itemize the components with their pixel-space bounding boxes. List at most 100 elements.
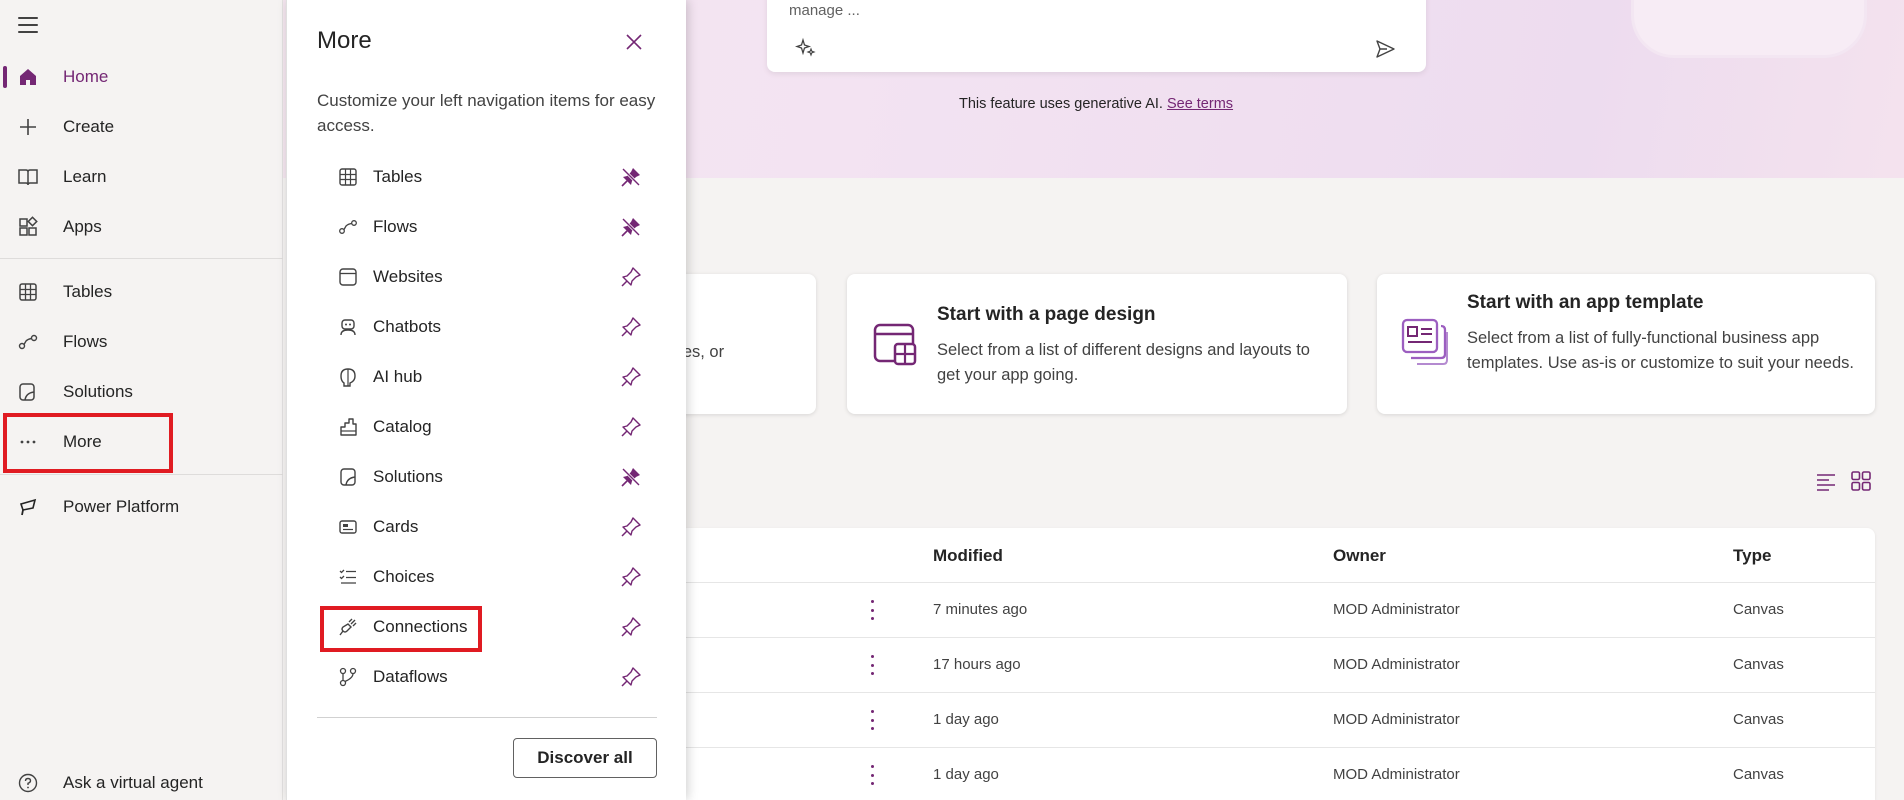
card-icon bbox=[337, 516, 359, 538]
grid-view-icon[interactable] bbox=[1850, 470, 1872, 497]
flyout-item-ai-hub[interactable]: AI hub bbox=[337, 359, 637, 395]
cell-owner: MOD Administrator bbox=[1333, 601, 1460, 618]
chatbot-icon bbox=[337, 316, 359, 338]
nav-item-flows[interactable]: Flows bbox=[0, 320, 283, 364]
pin-icon[interactable] bbox=[620, 316, 642, 338]
flyout-item-label: Catalog bbox=[373, 417, 432, 436]
nav-item-power-platform[interactable]: Power Platform bbox=[0, 485, 283, 529]
dataflow-icon bbox=[337, 666, 359, 688]
pin-icon[interactable] bbox=[620, 666, 642, 688]
column-header-type[interactable]: Type bbox=[1733, 546, 1771, 566]
nav-divider bbox=[0, 258, 283, 259]
flyout-item-websites[interactable]: Websites bbox=[337, 259, 637, 295]
nav-divider bbox=[0, 474, 283, 475]
flyout-item-flows[interactable]: Flows bbox=[337, 209, 637, 245]
flyout-item-solutions[interactable]: Solutions bbox=[337, 459, 637, 495]
send-icon[interactable] bbox=[1374, 38, 1396, 60]
row-divider bbox=[680, 747, 1875, 748]
row-divider bbox=[680, 637, 1875, 638]
cell-type: Canvas bbox=[1733, 766, 1784, 783]
nav-item-apps[interactable]: Apps bbox=[0, 205, 283, 249]
cell-modified: 1 day ago bbox=[933, 766, 999, 783]
create-card-page-design[interactable]: Start with a page design Select from a l… bbox=[847, 274, 1347, 414]
card-title: Start with a page design bbox=[937, 304, 1156, 325]
help-icon bbox=[15, 771, 41, 795]
create-card-app-template[interactable]: Start with an app template Select from a… bbox=[1377, 274, 1875, 414]
flyout-item-chatbots[interactable]: Chatbots bbox=[337, 309, 637, 345]
pin-icon[interactable] bbox=[620, 416, 642, 438]
flyout-item-cards[interactable]: Cards bbox=[337, 509, 637, 545]
card-description: Select from a list of different designs … bbox=[937, 341, 1310, 384]
column-header-owner[interactable]: Owner bbox=[1333, 546, 1386, 566]
row-divider bbox=[680, 692, 1875, 693]
discover-all-button[interactable]: Discover all bbox=[513, 738, 657, 778]
solutions-icon bbox=[15, 380, 41, 404]
flyout-item-label: Solutions bbox=[373, 467, 443, 486]
table-icon bbox=[337, 166, 359, 188]
highlight-box-connections bbox=[320, 606, 482, 652]
nav-item-virtual-agent[interactable]: Ask a virtual agent bbox=[0, 761, 283, 800]
flyout-description: Customize your left navigation items for… bbox=[317, 91, 656, 135]
row-more-options-icon[interactable] bbox=[869, 765, 875, 785]
pin-icon[interactable] bbox=[620, 266, 642, 288]
pin-icon[interactable] bbox=[620, 616, 642, 638]
website-icon bbox=[337, 266, 359, 288]
power-platform-icon bbox=[15, 495, 41, 519]
flyout-item-label: Flows bbox=[373, 217, 418, 236]
cell-type: Canvas bbox=[1733, 656, 1784, 673]
flyout-title: More bbox=[317, 27, 372, 54]
cell-owner: MOD Administrator bbox=[1333, 711, 1460, 728]
row-more-options-icon[interactable] bbox=[869, 655, 875, 675]
nav-item-label: Power Platform bbox=[63, 497, 180, 516]
nav-item-create[interactable]: Create bbox=[0, 105, 283, 149]
flyout-item-label: Websites bbox=[373, 267, 443, 286]
highlight-box-more bbox=[3, 413, 173, 473]
card-title: Start with an app template bbox=[1467, 292, 1704, 313]
cell-type: Canvas bbox=[1733, 711, 1784, 728]
flow-icon bbox=[337, 216, 359, 238]
catalog-icon bbox=[337, 416, 359, 438]
nav-item-label: Create bbox=[63, 117, 115, 136]
cell-owner: MOD Administrator bbox=[1333, 656, 1460, 673]
nav-item-learn[interactable]: Learn bbox=[0, 155, 283, 199]
row-more-options-icon[interactable] bbox=[869, 710, 875, 730]
flyout-item-label: Chatbots bbox=[373, 317, 442, 336]
pin-icon[interactable] bbox=[620, 366, 642, 388]
see-terms-link[interactable]: See terms bbox=[1167, 96, 1233, 112]
nav-item-label: Learn bbox=[63, 167, 107, 186]
plus-icon bbox=[15, 115, 41, 139]
unpin-icon[interactable] bbox=[620, 166, 642, 188]
copilot-prompt-box[interactable]: manage ... bbox=[767, 0, 1426, 72]
flyout-item-choices[interactable]: Choices bbox=[337, 559, 637, 595]
flyout-item-label: AI hub bbox=[373, 367, 423, 386]
unpin-icon[interactable] bbox=[620, 466, 642, 488]
solutions-icon bbox=[337, 466, 359, 488]
flyout-item-label: Tables bbox=[373, 167, 423, 186]
nav-item-label: Flows bbox=[63, 332, 108, 351]
list-view-icon[interactable] bbox=[1815, 470, 1837, 497]
flyout-item-dataflows[interactable]: Dataflows bbox=[337, 659, 637, 695]
pin-icon[interactable] bbox=[620, 566, 642, 588]
flyout-item-tables[interactable]: Tables bbox=[337, 159, 637, 195]
cell-modified: 7 minutes ago bbox=[933, 601, 1028, 618]
cell-type: Canvas bbox=[1733, 601, 1784, 618]
flyout-item-catalog[interactable]: Catalog bbox=[337, 409, 637, 445]
column-header-modified[interactable]: Modified bbox=[933, 546, 1003, 566]
pin-icon[interactable] bbox=[620, 516, 642, 538]
decorative-shape bbox=[1634, 0, 1864, 55]
unpin-icon[interactable] bbox=[620, 216, 642, 238]
flyout-item-label: Choices bbox=[373, 567, 435, 586]
apps-icon bbox=[15, 215, 41, 239]
ai-hub-icon bbox=[337, 366, 359, 388]
nav-item-tables[interactable]: Tables bbox=[0, 270, 283, 314]
choices-icon bbox=[337, 566, 359, 588]
hamburger-menu-icon[interactable] bbox=[16, 14, 40, 36]
sparkle-icon[interactable] bbox=[794, 36, 817, 58]
nav-item-home[interactable]: Home bbox=[0, 55, 283, 99]
row-more-options-icon[interactable] bbox=[869, 600, 875, 620]
app-template-icon bbox=[1401, 318, 1451, 373]
left-navigation: Home Create Learn Apps Tables Flows Solu… bbox=[0, 0, 283, 800]
close-icon[interactable] bbox=[624, 32, 644, 52]
nav-item-solutions[interactable]: Solutions bbox=[0, 370, 283, 414]
prompt-input-text[interactable]: manage ... bbox=[789, 2, 860, 19]
